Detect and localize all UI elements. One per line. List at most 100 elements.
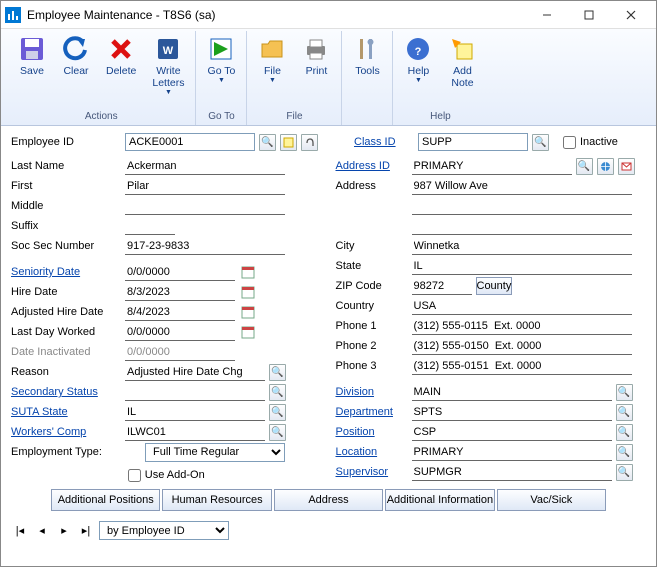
hire-date-field[interactable] (125, 284, 235, 301)
class-id-field[interactable] (418, 133, 528, 151)
nav-first-button[interactable]: |◂ (11, 523, 29, 539)
app-icon (5, 7, 21, 23)
lookup-icon[interactable]: 🔍 (269, 404, 286, 421)
dropdown-icon: ▼ (415, 77, 422, 84)
add-note-button[interactable]: Add Note (441, 31, 483, 90)
tools-button[interactable]: Tools (346, 31, 388, 78)
dropdown-icon: ▼ (218, 77, 225, 84)
lookup-icon[interactable]: 🔍 (616, 384, 633, 401)
address-2-field[interactable] (412, 198, 632, 215)
last-name-field[interactable] (125, 158, 285, 175)
sort-select[interactable]: by Employee ID (99, 521, 229, 540)
delete-button[interactable]: Delete (99, 31, 143, 78)
left-column: Last Name First Middle Suffix Soc Sec Nu… (11, 156, 322, 485)
first-field[interactable] (125, 178, 285, 195)
save-button[interactable]: Save (11, 31, 53, 78)
minimize-button[interactable] (526, 1, 568, 29)
calendar-icon[interactable] (239, 304, 256, 321)
address-3-field[interactable] (412, 218, 632, 235)
maximize-button[interactable] (568, 1, 610, 29)
goto-button[interactable]: Go To ▼ (200, 31, 242, 85)
calendar-icon[interactable] (239, 284, 256, 301)
use-addon-checkbox[interactable] (128, 469, 141, 482)
write-letters-button[interactable]: W Write Letters ▼ (145, 31, 191, 97)
help-button[interactable]: ? Help ▼ (397, 31, 439, 85)
employee-id-field[interactable] (125, 133, 255, 151)
lookup-icon[interactable]: 🔍 (269, 384, 286, 401)
zip-field[interactable] (412, 278, 472, 295)
address-id-label[interactable]: Address ID (336, 160, 408, 172)
seniority-date-label[interactable]: Seniority Date (11, 266, 121, 278)
nav-prev-button[interactable]: ◂ (33, 523, 51, 539)
calendar-icon[interactable] (239, 324, 256, 341)
print-button[interactable]: Print (295, 31, 337, 78)
lookup-icon[interactable]: 🔍 (616, 444, 633, 461)
attachment-icon[interactable] (301, 134, 318, 151)
workers-comp-label[interactable]: Workers' Comp (11, 426, 121, 438)
use-addon-label: Use Add-On (145, 469, 205, 481)
position-label[interactable]: Position (336, 426, 408, 438)
last-day-label: Last Day Worked (11, 326, 121, 338)
phone1-field[interactable] (412, 318, 632, 335)
location-label[interactable]: Location (336, 446, 408, 458)
clear-button[interactable]: Clear (55, 31, 97, 78)
secondary-status-label[interactable]: Secondary Status (11, 386, 121, 398)
address-1-field[interactable] (412, 178, 632, 195)
lookup-icon[interactable]: 🔍 (576, 158, 593, 175)
secondary-status-field[interactable] (125, 384, 265, 401)
mail-icon[interactable] (618, 158, 635, 175)
additional-info-button[interactable]: Additional Information (385, 489, 494, 511)
supervisor-field[interactable] (412, 464, 612, 481)
suta-label[interactable]: SUTA State (11, 406, 121, 418)
supervisor-label[interactable]: Supervisor (336, 466, 408, 478)
right-column: Address ID 🔍 Address City State ZIP Code… (336, 156, 647, 485)
middle-field[interactable] (125, 198, 285, 215)
phone3-field[interactable] (412, 358, 632, 375)
additional-positions-button[interactable]: Additional Positions (51, 489, 160, 511)
division-field[interactable] (412, 384, 612, 401)
address-button[interactable]: Address (274, 489, 383, 511)
human-resources-button[interactable]: Human Resources (162, 489, 271, 511)
inactive-checkbox[interactable] (563, 136, 576, 149)
class-id-label[interactable]: Class ID (354, 136, 414, 148)
lookup-icon[interactable]: 🔍 (269, 364, 286, 381)
nav-next-button[interactable]: ▸ (55, 523, 73, 539)
calendar-icon[interactable] (239, 264, 256, 281)
suta-field[interactable] (125, 404, 265, 421)
state-label: State (336, 260, 408, 272)
lookup-icon[interactable]: 🔍 (616, 424, 633, 441)
lookup-icon[interactable]: 🔍 (616, 404, 633, 421)
last-day-field[interactable] (125, 324, 235, 341)
ssn-field[interactable] (125, 238, 285, 255)
phone2-field[interactable] (412, 338, 632, 355)
lookup-icon[interactable]: 🔍 (616, 464, 633, 481)
country-field[interactable] (412, 298, 632, 315)
department-field[interactable] (412, 404, 612, 421)
lookup-icon[interactable]: 🔍 (269, 424, 286, 441)
suffix-field[interactable] (125, 218, 175, 235)
city-field[interactable] (412, 238, 632, 255)
department-label[interactable]: Department (336, 406, 408, 418)
division-label[interactable]: Division (336, 386, 408, 398)
globe-icon[interactable] (597, 158, 614, 175)
location-field[interactable] (412, 444, 612, 461)
reason-field[interactable] (125, 364, 265, 381)
vac-sick-button[interactable]: Vac/Sick (497, 489, 606, 511)
first-label: First (11, 180, 121, 192)
note-icon[interactable] (280, 134, 297, 151)
lookup-icon[interactable]: 🔍 (532, 134, 549, 151)
nav-last-button[interactable]: ▸| (77, 523, 95, 539)
titlebar: Employee Maintenance - T8S6 (sa) (1, 1, 656, 29)
emp-type-select[interactable]: Full Time Regular (145, 443, 285, 462)
seniority-date-field[interactable] (125, 264, 235, 281)
file-button[interactable]: File ▼ (251, 31, 293, 85)
svg-text:?: ? (415, 46, 422, 58)
state-field[interactable] (412, 258, 632, 275)
adj-hire-date-field[interactable] (125, 304, 235, 321)
lookup-icon[interactable]: 🔍 (259, 134, 276, 151)
position-field[interactable] (412, 424, 612, 441)
county-button[interactable]: County (476, 277, 513, 295)
address-id-field[interactable] (412, 158, 572, 175)
workers-comp-field[interactable] (125, 424, 265, 441)
close-button[interactable] (610, 1, 652, 29)
